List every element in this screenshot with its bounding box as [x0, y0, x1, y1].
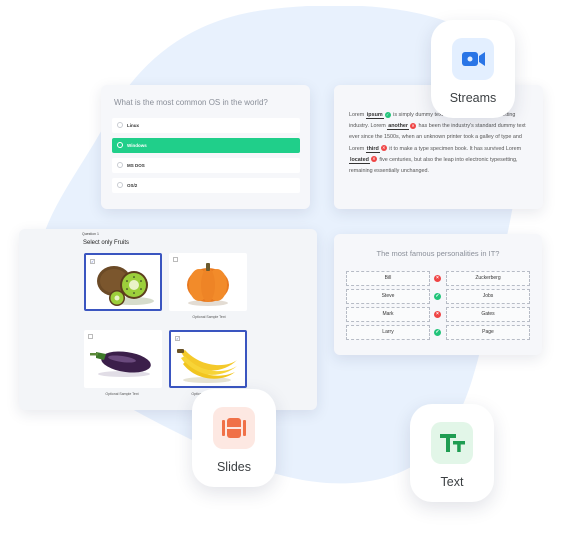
- keyword-ipsum[interactable]: ipsum: [365, 112, 384, 119]
- checkbox[interactable]: [173, 257, 178, 262]
- keyword-located[interactable]: located: [349, 156, 370, 164]
- fruit-tile-kiwi[interactable]: ✓: [84, 253, 162, 311]
- quiz-option-windows[interactable]: Windows: [112, 138, 300, 153]
- checkbox[interactable]: [88, 334, 93, 339]
- text-app-tile[interactable]: Text: [410, 404, 494, 502]
- text-paragraph: Lorem ipsum✓ is simply dummy text of the…: [349, 110, 534, 177]
- radio-button[interactable]: [117, 142, 123, 148]
- text-segment: Lorem: [349, 112, 366, 118]
- quiz-option-linux[interactable]: Linux: [112, 118, 300, 133]
- matching-card: The most famous personalities in IT? Bil…: [334, 234, 542, 355]
- option-label: Windows: [127, 143, 147, 148]
- matching-question: The most famous personalities in IT?: [376, 249, 500, 258]
- radio-button[interactable]: [117, 162, 123, 168]
- option-label: MS DOS: [127, 163, 145, 168]
- cross-icon: ×: [434, 311, 441, 318]
- slides-app-tile[interactable]: Slides: [192, 389, 276, 487]
- app-label: Streams: [449, 91, 497, 105]
- streams-app-tile[interactable]: Streams: [431, 20, 515, 118]
- image-choice-card: Question 1 Select only Fruits ✓ Optional: [19, 229, 317, 410]
- kiwi-image: [97, 266, 154, 306]
- cross-icon: ×: [434, 275, 441, 282]
- option-label: Linux: [127, 123, 139, 128]
- cross-icon: ✕: [380, 145, 387, 152]
- eggplant-image: [90, 351, 151, 377]
- match-left-item[interactable]: Larry: [346, 325, 430, 340]
- fruit-caption: Optional Sample Text: [105, 392, 139, 396]
- quiz-question: What is the most common OS in the world?: [114, 98, 268, 107]
- match-right-item[interactable]: Gates: [446, 307, 530, 322]
- fruit-tile-banana[interactable]: ✓: [169, 330, 247, 388]
- check-icon: ✓: [434, 329, 441, 336]
- match-right-item[interactable]: Jobs: [446, 289, 530, 304]
- match-right-item[interactable]: Page: [446, 325, 530, 340]
- fruit-tile-pumpkin[interactable]: [169, 253, 247, 311]
- question-number: Question 1: [82, 232, 99, 236]
- cross-icon: ✕: [370, 156, 377, 163]
- quiz-option-os2[interactable]: OS/2: [112, 178, 300, 193]
- text-segment: it to make a type specimen book. It has …: [387, 145, 522, 152]
- match-left-item[interactable]: Mark: [346, 307, 430, 322]
- text-size-icon: [431, 422, 473, 464]
- app-label: Slides: [216, 460, 252, 474]
- option-label: OS/2: [127, 183, 138, 188]
- fruit-caption: Optional Sample Text: [192, 315, 226, 319]
- checkbox[interactable]: ✓: [175, 336, 180, 341]
- image-choice-title: Select only Fruits: [83, 240, 130, 246]
- video-camera-icon: [452, 38, 494, 80]
- match-left-item[interactable]: Bill: [346, 271, 430, 286]
- cross-icon: ✕: [410, 122, 417, 129]
- fruit-tile-eggplant[interactable]: [84, 330, 162, 388]
- checkbox[interactable]: ✓: [90, 259, 95, 264]
- keyword-another[interactable]: another: [387, 123, 410, 131]
- match-right-item[interactable]: Zuckerberg: [446, 271, 530, 286]
- quiz-card: What is the most common OS in the world?…: [101, 85, 310, 209]
- match-left-item[interactable]: Steve: [346, 289, 430, 304]
- banana-image: [177, 349, 237, 383]
- quiz-option-ms-dos[interactable]: MS DOS: [112, 158, 300, 173]
- check-icon: ✓: [434, 293, 441, 300]
- app-label: Text: [440, 475, 464, 489]
- pumpkin-image: [187, 263, 229, 306]
- radio-button[interactable]: [117, 122, 123, 128]
- check-icon: ✓: [384, 111, 391, 118]
- slides-icon: [213, 407, 255, 449]
- radio-button[interactable]: [117, 182, 123, 188]
- keyword-third[interactable]: third: [365, 145, 380, 153]
